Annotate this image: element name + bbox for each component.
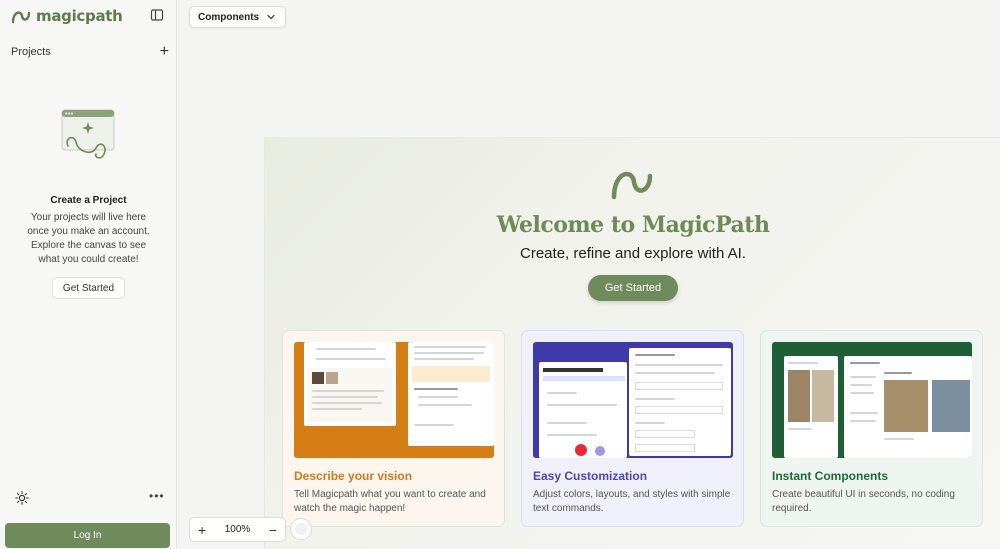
- empty-projects-illustration-icon: [61, 109, 115, 159]
- projects-header: Projects +: [11, 44, 169, 60]
- login-button[interactable]: Log In: [5, 523, 170, 548]
- feature-card-customization[interactable]: Easy Customization Adjust colors, layout…: [521, 330, 744, 527]
- zoom-out-button[interactable]: −: [269, 523, 277, 537]
- feature-card-description: Create beautiful UI in seconds, no codin…: [772, 489, 955, 514]
- preview-mobile-app: [784, 356, 838, 458]
- customization-preview-image: [533, 342, 733, 458]
- preview-desktop-app: [844, 356, 972, 458]
- zoom-in-button[interactable]: +: [198, 523, 206, 537]
- canvas-reset-button[interactable]: [290, 518, 312, 540]
- theme-sun-icon[interactable]: [15, 491, 29, 505]
- zoom-controls: + 100% −: [189, 517, 286, 542]
- create-project-description: Your projects will live here once you ma…: [27, 212, 150, 265]
- preview-chat-panel: [304, 342, 396, 426]
- instant-preview-image: [772, 342, 972, 458]
- sidebar-toggle-icon[interactable]: [150, 8, 164, 22]
- projects-label: Projects: [11, 46, 51, 58]
- components-dropdown[interactable]: Components: [189, 6, 286, 28]
- logo[interactable]: magicpath: [11, 7, 123, 25]
- preview-side-panel: [408, 342, 494, 446]
- sidebar-get-started-button[interactable]: Get Started: [52, 277, 125, 299]
- brand-name: magicpath: [36, 7, 123, 25]
- more-options-icon[interactable]: •••: [149, 489, 165, 503]
- welcome-panel: Welcome to MagicPath Create, refine and …: [264, 137, 1000, 549]
- preview-typography-panel: [629, 348, 731, 456]
- magicpath-logo-icon: [611, 171, 653, 200]
- get-started-button[interactable]: Get Started: [588, 275, 678, 301]
- chevron-down-icon: [267, 14, 275, 20]
- magicpath-logo-icon: [11, 11, 31, 24]
- describe-preview-image: [294, 342, 494, 458]
- feature-card-description: Adjust colors, layouts, and styles with …: [533, 489, 731, 514]
- feature-card-title: Instant Components: [772, 469, 888, 483]
- feature-card-title: Describe your vision: [294, 469, 413, 483]
- feature-card-title: Easy Customization: [533, 469, 648, 483]
- preview-planner-app: [539, 362, 627, 458]
- feature-card-description: Tell Magicpath what you want to create a…: [294, 489, 486, 514]
- feature-card-instant[interactable]: Instant Components Create beautiful UI i…: [760, 330, 983, 527]
- zoom-level: 100%: [224, 524, 251, 535]
- welcome-subtitle: Create, refine and explore with AI.: [520, 245, 746, 262]
- welcome-title: Welcome to MagicPath: [496, 212, 770, 238]
- create-project-title: Create a Project: [50, 195, 127, 206]
- preview-prompt-card: [308, 368, 392, 422]
- add-project-plus-icon[interactable]: +: [160, 44, 169, 60]
- components-dropdown-label: Components: [198, 11, 260, 23]
- feature-card-describe[interactable]: Describe your vision Tell Magicpath what…: [282, 330, 505, 527]
- sidebar: magicpath Projects + Create a Project Yo…: [0, 0, 177, 549]
